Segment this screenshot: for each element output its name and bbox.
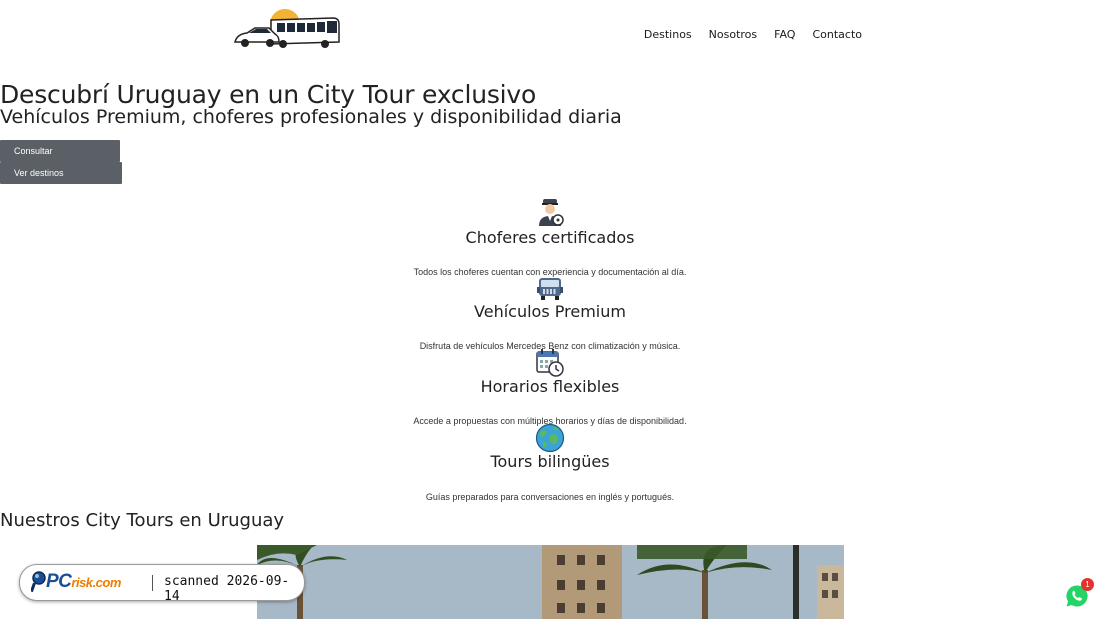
watermark-separator [152,575,153,591]
site-header: Destinos Nosotros FAQ Contacto [0,0,1100,70]
vehicle-icon [537,278,563,300]
city-tour-photo[interactable] [257,545,844,619]
globe-icon [535,423,565,453]
feature-text: Guías preparados para conversaciones en … [425,492,675,502]
logo[interactable] [233,6,343,50]
notification-badge: 1 [1081,578,1094,591]
chauffeur-icon [539,199,564,226]
feature-schedules: Horarios flexibles Accede a propuestas c… [300,348,800,426]
feature-title: Choferes certificados [465,228,635,247]
check-availability-button[interactable]: Consultar disponibilidad [0,140,120,178]
nav-contacto[interactable]: Contacto [812,28,862,41]
magnifier-icon [31,571,46,593]
nav-faq[interactable]: FAQ [774,28,795,41]
calendar-clock-icon [536,349,564,377]
hero-subtitle: Vehículos Premium, choferes profesionale… [0,106,622,128]
feature-bilingual: Tours bilingües Guías preparados para co… [300,423,800,502]
feature-title: Vehículos Premium [474,302,626,321]
main-nav: Destinos Nosotros FAQ Contacto [644,28,862,41]
feature-title: Tours bilingües [490,452,610,471]
watermark-text: scanned 2026-09-14 [164,574,290,604]
feature-title: Horarios flexibles [480,377,620,396]
nav-nosotros[interactable]: Nosotros [709,28,757,41]
watermark-brand: PCrisk.com [46,571,121,592]
feature-vehicles: Vehículos Premium Disfruta de vehículos … [300,273,800,351]
tours-section-title: Nuestros City Tours en Uruguay [0,510,285,531]
hero-title: Descubrí Uruguay en un City Tour exclusi… [0,80,537,109]
view-destinations-button[interactable]: Ver destinos disponibles [0,162,122,200]
nav-destinos[interactable]: Destinos [644,28,692,41]
pcrisk-watermark: PCrisk.com scanned 2026-09-14 [19,564,305,604]
feature-chauffeurs: Choferes certificados Todos los choferes… [300,197,800,277]
